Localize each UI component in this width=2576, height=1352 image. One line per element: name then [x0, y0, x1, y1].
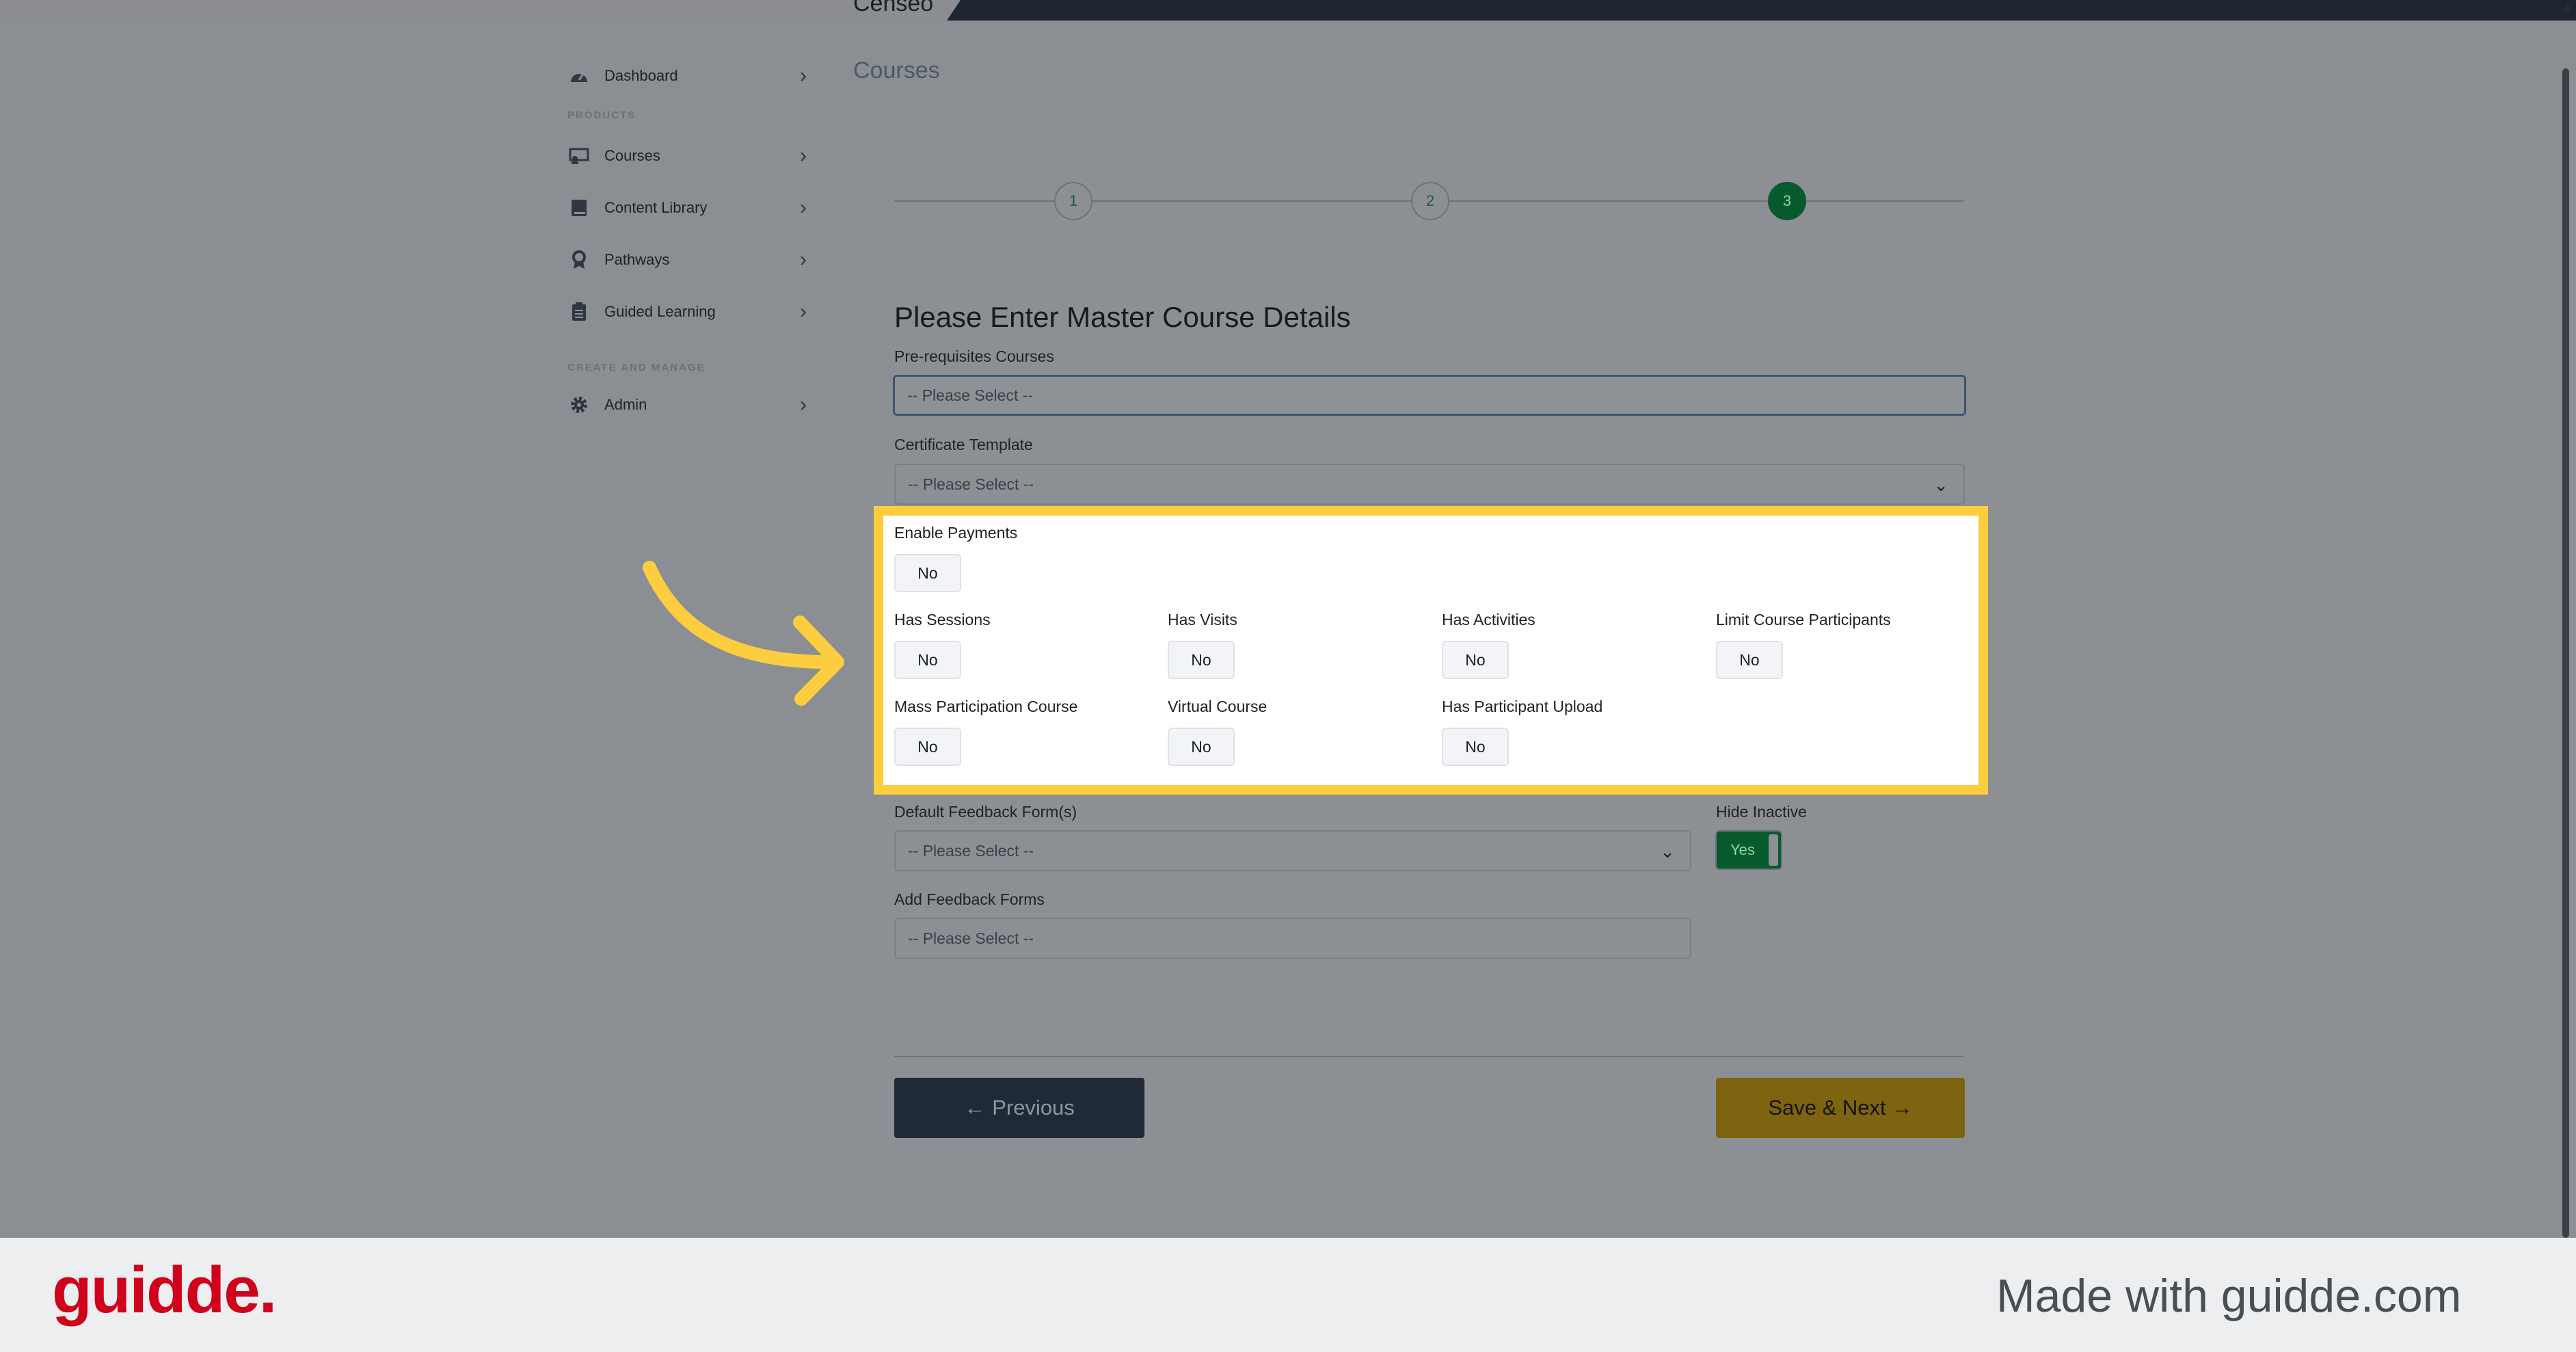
chevron-right-icon: ›	[800, 196, 807, 219]
hide-inactive-label: Hide Inactive	[1716, 803, 1807, 821]
sidebar-item-label: Pathways	[604, 251, 670, 268]
prereq-label: Pre-requisites Courses	[894, 347, 1054, 365]
sidebar-section-manage: CREATE AND MANAGE	[567, 362, 706, 373]
step-1[interactable]: 1	[1054, 182, 1092, 220]
scroll-up-icon[interactable]: ▲	[2560, 0, 2576, 21]
brand-name[interactable]: Censeo	[853, 0, 933, 17]
add-feedback-label: Add Feedback Forms	[894, 890, 1045, 908]
sidebar-item-label: Content Library	[604, 199, 708, 216]
virtual-course-label: Virtual Course	[1168, 698, 1267, 715]
participant-upload-label: Has Participant Upload	[1442, 698, 1603, 715]
sidebar: Dashboard › PRODUCTS Courses › Content L…	[567, 52, 807, 432]
has-activities-toggle[interactable]: No	[1442, 641, 1509, 679]
enable-payments-toggle[interactable]: No	[894, 554, 961, 592]
chevron-right-icon: ›	[800, 300, 807, 323]
sidebar-item-label: Courses	[604, 147, 660, 164]
guidde-logo: guidde.	[52, 1254, 277, 1327]
has-activities-label: Has Activities	[1442, 611, 1535, 628]
default-feedback-select[interactable]: -- Please Select -- ⌄	[894, 830, 1691, 871]
mass-participation-toggle[interactable]: No	[894, 728, 961, 766]
arrow-left-icon: ←	[964, 1096, 986, 1119]
participant-upload-toggle[interactable]: No	[1442, 728, 1509, 766]
has-visits-label: Has Visits	[1168, 611, 1237, 628]
sidebar-item-content-library[interactable]: Content Library ›	[567, 182, 807, 234]
sidebar-item-pathways[interactable]: Pathways ›	[567, 234, 807, 286]
sidebar-item-guided-learning[interactable]: Guided Learning ›	[567, 286, 807, 338]
select-value: -- Please Select --	[908, 841, 1034, 860]
scrollbar[interactable]	[2562, 68, 2569, 1238]
limit-participants-label: Limit Course Participants	[1716, 611, 1891, 628]
previous-label: Previous	[992, 1096, 1075, 1119]
step-3[interactable]: 3	[1768, 182, 1806, 220]
form-divider	[894, 1056, 1963, 1057]
has-visits-toggle[interactable]: No	[1168, 641, 1235, 679]
chevron-down-icon: ⌄	[1933, 475, 1948, 495]
sidebar-item-dashboard[interactable]: Dashboard ›	[567, 52, 807, 100]
mass-participation-label: Mass Participation Course	[894, 698, 1078, 715]
has-sessions-toggle[interactable]: No	[894, 641, 961, 679]
hide-inactive-toggle[interactable]: Yes	[1715, 830, 1782, 870]
chevron-right-icon: ›	[800, 144, 807, 167]
sidebar-item-label: Guided Learning	[604, 303, 716, 320]
page-title: Courses	[853, 57, 940, 83]
chevron-right-icon: ›	[800, 64, 807, 87]
certificate-template-select[interactable]: -- Please Select -- ⌄	[894, 464, 1965, 505]
arrow-right-icon: →	[1891, 1096, 1913, 1119]
chevron-right-icon: ›	[800, 393, 807, 416]
enable-payments-label: Enable Payments	[894, 524, 1018, 542]
form-heading: Please Enter Master Course Details	[894, 301, 1351, 333]
sidebar-item-label: Admin	[604, 396, 647, 413]
sidebar-item-courses[interactable]: Courses ›	[567, 130, 807, 182]
book-icon	[567, 196, 591, 220]
chevron-right-icon: ›	[800, 248, 807, 271]
limit-participants-toggle[interactable]: No	[1716, 641, 1783, 679]
dashboard-gauge-icon	[567, 64, 591, 88]
sidebar-item-admin[interactable]: Admin ›	[567, 377, 807, 432]
toggle-value: Yes	[1730, 841, 1755, 858]
previous-button[interactable]: ← Previous	[894, 1078, 1144, 1138]
highlight-box	[874, 506, 1988, 795]
clipboard-icon	[567, 300, 591, 323]
virtual-course-toggle[interactable]: No	[1168, 728, 1235, 766]
gear-icon	[567, 393, 591, 416]
certificate-label: Certificate Template	[894, 436, 1033, 453]
toggle-knob	[1769, 834, 1778, 866]
select-value: -- Please Select --	[908, 475, 1034, 493]
add-feedback-input[interactable]: -- Please Select --	[894, 918, 1691, 959]
sidebar-section-products: PRODUCTS	[567, 109, 636, 121]
save-next-button[interactable]: Save & Next →	[1716, 1078, 1965, 1138]
step-2[interactable]: 2	[1411, 182, 1449, 220]
award-icon	[567, 248, 591, 271]
sidebar-item-label: Dashboard	[604, 67, 678, 84]
has-sessions-label: Has Sessions	[894, 611, 991, 628]
footer-tagline: Made with guidde.com	[1996, 1270, 2462, 1322]
default-feedback-label: Default Feedback Form(s)	[894, 803, 1077, 821]
save-next-label: Save & Next	[1768, 1096, 1886, 1119]
prereq-courses-input[interactable]: -- Please Select --	[893, 375, 1966, 416]
annotation-arrow-icon	[643, 561, 844, 706]
chevron-down-icon: ⌄	[1660, 841, 1675, 862]
top-navbar	[947, 0, 2576, 21]
courses-icon	[567, 144, 591, 168]
